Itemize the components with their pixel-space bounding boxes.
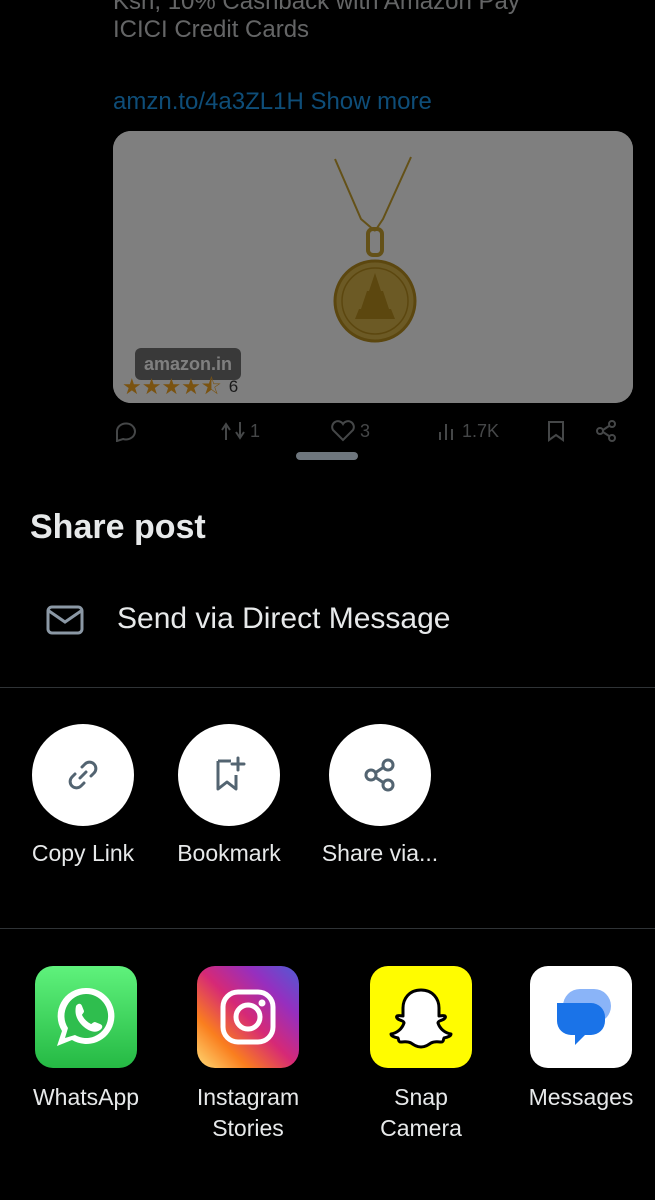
backdrop-dim[interactable] [0, 0, 655, 470]
link-icon [68, 760, 98, 790]
snapchat-icon [389, 988, 453, 1049]
snap-camera-label: Snap Camera [380, 1084, 462, 1141]
whatsapp-app-button[interactable]: WhatsApp [6, 966, 166, 1113]
instagram-icon [220, 989, 276, 1045]
sheet-title: Share post [30, 508, 206, 546]
google-messages-icon [557, 989, 611, 1045]
background-post: Ksh, 10% Cashback with Amazon Pay ICICI … [0, 0, 655, 470]
bookmark-add-icon [216, 756, 246, 791]
divider [0, 928, 655, 929]
share-sheet: Share post Send via Direct Message Copy … [0, 452, 655, 1200]
copy-link-button[interactable]: Copy Link [8, 724, 158, 867]
send-via-dm-row[interactable]: Send via Direct Message [0, 578, 655, 668]
share-icon [364, 758, 395, 792]
bookmark-label: Bookmark [177, 840, 281, 866]
snap-camera-button[interactable]: Snap Camera [341, 966, 501, 1144]
bookmark-button[interactable]: Bookmark [154, 724, 304, 867]
instagram-stories-button[interactable]: Instagram Stories [168, 966, 328, 1144]
divider [0, 687, 655, 688]
whatsapp-icon [57, 987, 115, 1046]
drag-handle[interactable] [296, 452, 358, 460]
envelope-icon [46, 605, 84, 635]
whatsapp-label: WhatsApp [32, 1084, 140, 1110]
copy-link-label: Copy Link [31, 840, 135, 866]
share-via-label: Share via... [321, 840, 439, 866]
messages-app-button[interactable]: Messages [501, 966, 655, 1113]
instagram-label: Instagram Stories [196, 1084, 300, 1141]
messages-label: Messages [528, 1084, 634, 1110]
share-via-button[interactable]: Share via... [305, 724, 455, 867]
send-via-dm-label: Send via Direct Message [117, 602, 451, 635]
